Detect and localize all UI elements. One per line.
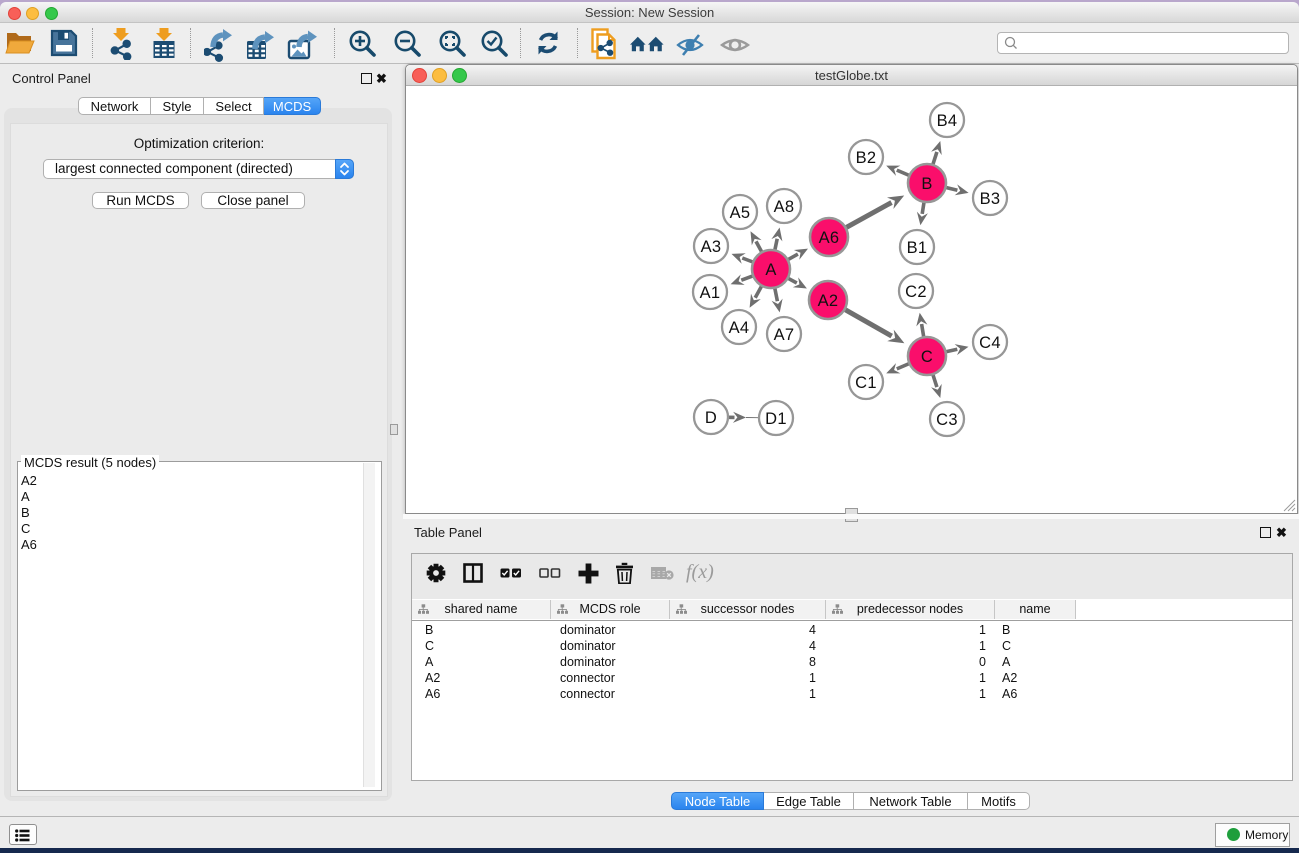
svg-text:A2: A2 (818, 292, 839, 310)
svg-text:A8: A8 (774, 198, 795, 216)
svg-text:D1: D1 (765, 410, 787, 428)
svg-text:A5: A5 (730, 204, 751, 222)
svg-text:C: C (921, 348, 933, 366)
svg-text:A1: A1 (700, 284, 721, 302)
svg-text:C1: C1 (855, 374, 877, 392)
svg-text:B3: B3 (980, 190, 1001, 208)
svg-text:C4: C4 (979, 334, 1001, 352)
svg-text:B4: B4 (937, 112, 958, 130)
svg-text:B: B (921, 175, 932, 193)
svg-text:A7: A7 (774, 326, 795, 344)
svg-text:C2: C2 (905, 283, 927, 301)
svg-text:A: A (765, 261, 776, 279)
svg-text:A4: A4 (729, 319, 750, 337)
svg-text:C3: C3 (936, 411, 958, 429)
svg-text:D: D (705, 409, 717, 427)
svg-text:B2: B2 (856, 149, 877, 167)
svg-text:A3: A3 (701, 238, 722, 256)
svg-text:A6: A6 (819, 229, 840, 247)
svg-text:B1: B1 (907, 239, 928, 257)
